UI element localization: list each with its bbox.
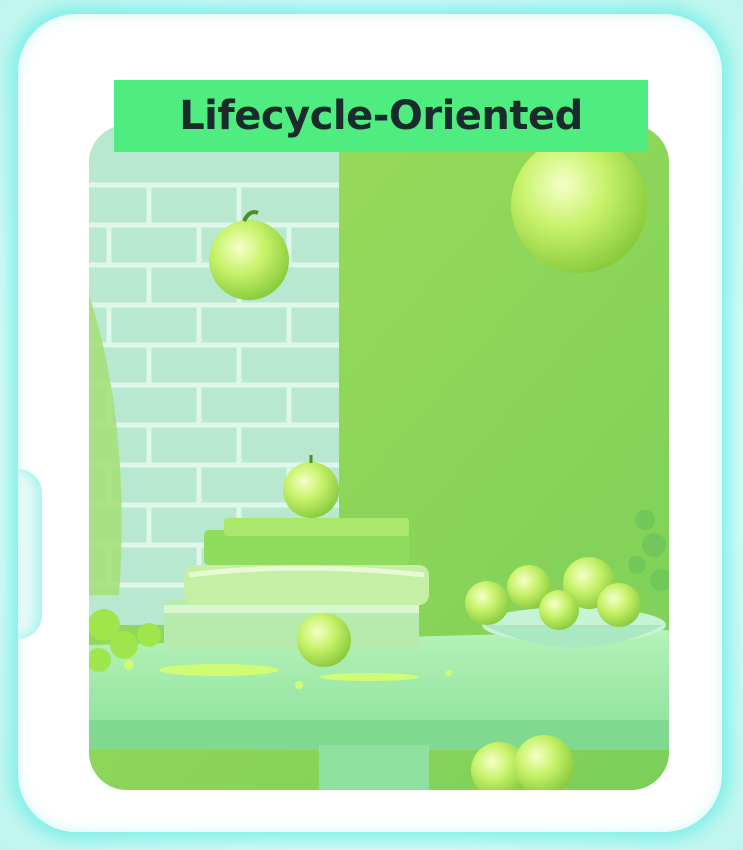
card-illustration <box>89 125 669 790</box>
card-edge-notch <box>18 469 42 639</box>
card-title: Lifecycle-Oriented <box>179 93 583 139</box>
card-title-banner: Lifecycle-Oriented <box>114 80 648 152</box>
page: Lifecycle-Oriented <box>0 0 743 850</box>
